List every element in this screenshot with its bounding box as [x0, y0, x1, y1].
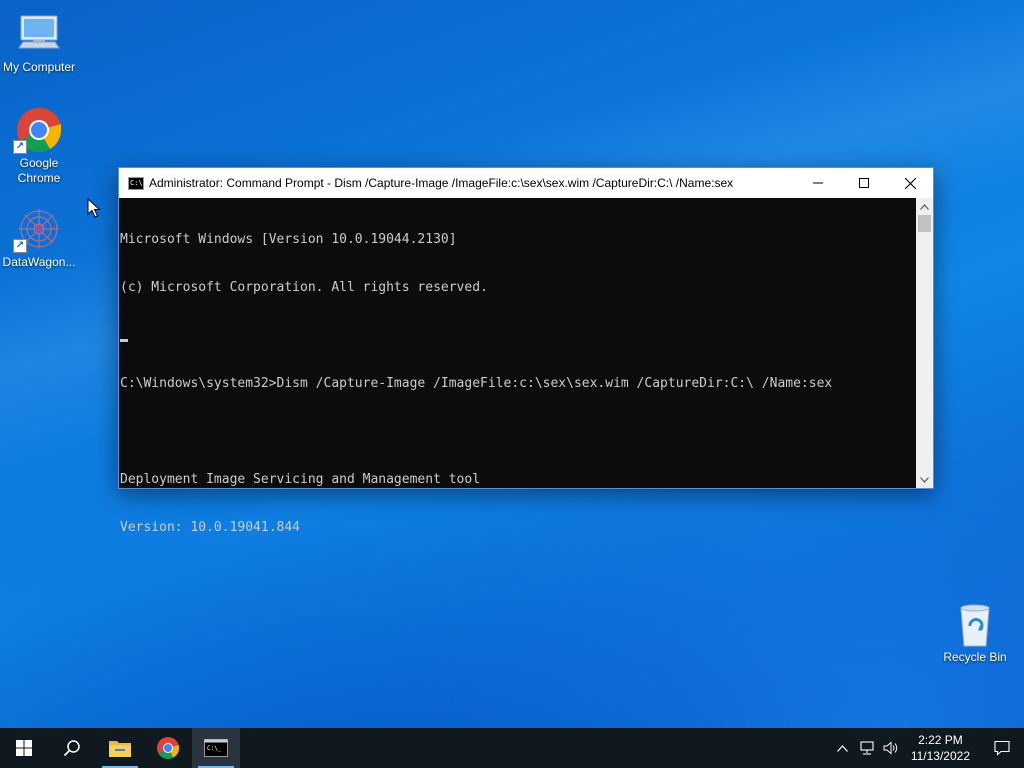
vertical-scrollbar[interactable]: [916, 198, 933, 488]
chevron-up-icon: [920, 203, 929, 210]
show-hidden-icons-button[interactable]: [831, 728, 855, 768]
desktop-icon-label: DataWagon...: [2, 255, 76, 269]
network-button[interactable]: [855, 728, 879, 768]
console-line: Microsoft Windows [Version 10.0.19044.21…: [120, 232, 457, 247]
close-button[interactable]: [887, 168, 933, 198]
desktop-icon-recycle-bin[interactable]: Recycle Bin: [936, 600, 1014, 665]
datawagon-icon: ↗: [13, 205, 63, 253]
console-line: (c) Microsoft Corporation. All rights re…: [120, 280, 488, 295]
maximize-button[interactable]: [841, 168, 887, 198]
search-button[interactable]: [48, 728, 96, 768]
chevron-up-icon: [837, 744, 849, 752]
scroll-thumb[interactable]: [918, 215, 931, 232]
window-titlebar[interactable]: C:\ Administrator: Command Prompt - Dism…: [119, 168, 933, 198]
console-line: Version: 10.0.19041.844: [120, 520, 301, 535]
taskbar: C:\_ 2:22 PM 11/13/2022: [0, 728, 1024, 768]
desktop-icon-my-computer[interactable]: My Computer: [0, 10, 78, 75]
chrome-icon: [157, 737, 179, 759]
start-button[interactable]: [0, 728, 48, 768]
cmd-icon: C:\: [128, 176, 144, 190]
desktop-icon-google-chrome[interactable]: ↗ Google Chrome: [0, 106, 78, 186]
console-line: C:\Windows\system32>Dism /Capture-Image …: [120, 376, 833, 391]
taskbar-chrome[interactable]: [144, 728, 192, 768]
file-explorer-icon: [109, 741, 131, 757]
command-prompt-window[interactable]: C:\ Administrator: Command Prompt - Dism…: [118, 167, 934, 535]
svg-text:C:\_: C:\_: [207, 745, 222, 752]
shortcut-arrow-icon: ↗: [13, 140, 27, 154]
start-icon: [16, 740, 32, 756]
chevron-down-icon: [920, 476, 929, 483]
scroll-up-button[interactable]: [916, 198, 933, 215]
desktop-icon-label: Recycle Bin: [943, 650, 1007, 664]
minimize-button[interactable]: [795, 168, 841, 198]
scroll-down-button[interactable]: [916, 471, 933, 488]
console-line: Deployment Image Servicing and Managemen…: [120, 472, 481, 487]
recycle-bin-icon: [951, 600, 999, 648]
taskbar-clock[interactable]: 2:22 PM 11/13/2022: [903, 732, 980, 764]
chrome-icon: ↗: [13, 106, 63, 154]
clock-time: 2:22 PM: [918, 733, 963, 747]
search-icon: [63, 740, 80, 757]
cmd-icon: C:\_: [204, 739, 228, 757]
text-cursor: [120, 339, 128, 342]
console-output[interactable]: Microsoft Windows [Version 10.0.19044.21…: [119, 198, 917, 535]
taskbar-command-prompt[interactable]: C:\_: [192, 728, 240, 768]
desktop-icon-datawagon[interactable]: ↗ DataWagon...: [0, 205, 78, 270]
taskbar-file-explorer[interactable]: [96, 728, 144, 768]
window-title: Administrator: Command Prompt - Dism /Ca…: [149, 176, 734, 190]
maximize-icon: [859, 178, 869, 188]
minimize-icon: [813, 182, 823, 184]
shortcut-arrow-icon: ↗: [13, 239, 27, 253]
close-icon: [904, 177, 916, 189]
notification-icon: [994, 740, 1010, 756]
computer-icon: [15, 10, 63, 58]
speaker-icon: [883, 741, 898, 755]
volume-button[interactable]: [879, 728, 903, 768]
network-icon: [860, 741, 874, 755]
desktop-icon-label: Google Chrome: [17, 156, 61, 185]
desktop-icon-label: My Computer: [2, 60, 76, 74]
system-tray: 2:22 PM 11/13/2022: [831, 728, 1024, 768]
action-center-button[interactable]: [980, 728, 1024, 768]
clock-date: 11/13/2022: [910, 749, 970, 763]
mouse-pointer-icon: [87, 198, 101, 218]
